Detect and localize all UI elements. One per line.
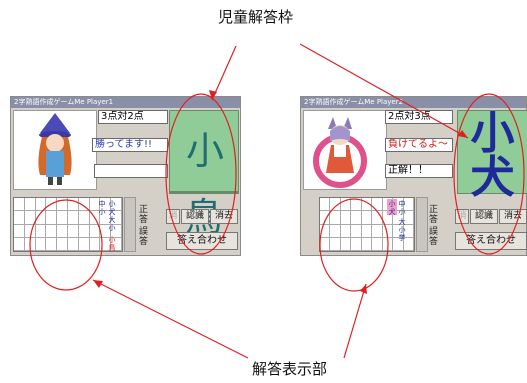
callout-ellipse-4 xyxy=(319,198,389,292)
annotation-overlay xyxy=(29,43,525,359)
arrow-line-2 xyxy=(299,43,469,139)
annotation-bottom: 解答表示部 xyxy=(252,360,328,378)
arrow-line-3 xyxy=(92,279,249,359)
arrow-line-4 xyxy=(343,283,367,359)
callout-ellipse-3 xyxy=(29,199,103,291)
callout-ellipse-1 xyxy=(165,93,237,255)
callout-ellipse-2 xyxy=(453,93,525,255)
